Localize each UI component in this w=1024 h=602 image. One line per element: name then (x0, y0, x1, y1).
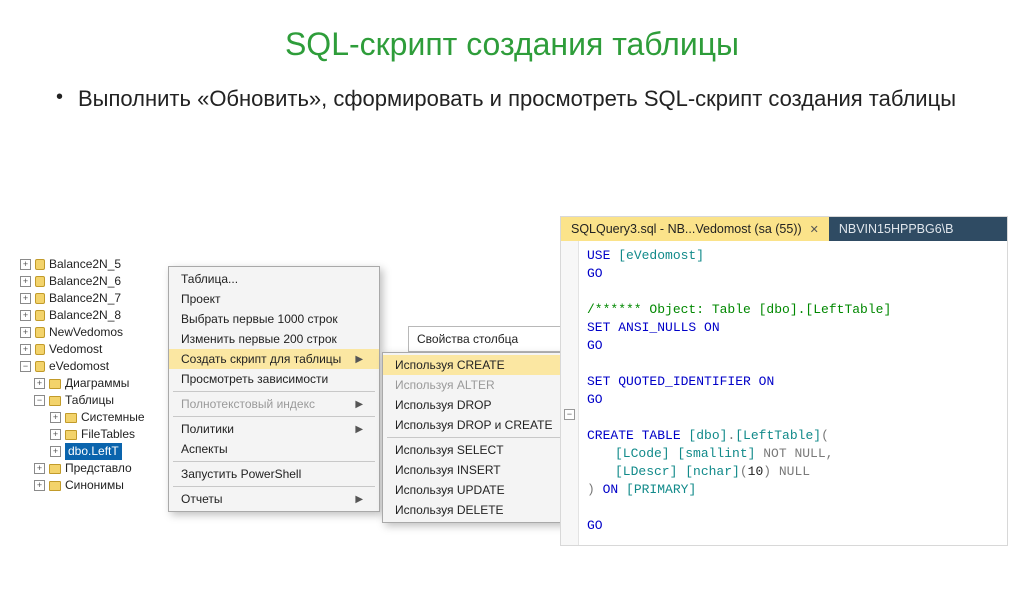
chevron-right-icon: ▶ (355, 494, 363, 505)
menu-item-view-deps[interactable]: Просмотреть зависимости (169, 369, 379, 389)
chevron-right-icon: ▶ (355, 424, 363, 435)
expand-icon[interactable]: + (20, 327, 31, 338)
menu-item-project[interactable]: Проект (169, 289, 379, 309)
menu-item-select-top[interactable]: Выбрать первые 1000 строк (169, 309, 379, 329)
menu-item-edit-top[interactable]: Изменить первые 200 строк (169, 329, 379, 349)
menu-item-fulltext[interactable]: Полнотекстовый индекс▶ (169, 394, 379, 414)
expand-icon[interactable]: + (20, 310, 31, 321)
expand-icon[interactable]: + (20, 344, 31, 355)
tree-node-db[interactable]: +Balance2N_5 (18, 256, 147, 273)
menu-separator (173, 391, 375, 392)
menu-separator (173, 416, 375, 417)
tree-node-folder-expanded[interactable]: −Таблицы (18, 392, 147, 409)
chevron-right-icon: ▶ (355, 354, 363, 365)
folder-icon (65, 430, 77, 440)
tree-node-folder[interactable]: +Диаграммы (18, 375, 147, 392)
instruction-bullet: Выполнить «Обновить», сформировать и про… (56, 85, 956, 113)
menu-item-powershell[interactable]: Запустить PowerShell (169, 464, 379, 484)
folder-icon (65, 413, 77, 423)
tree-node-db[interactable]: +Vedomost (18, 341, 147, 358)
expand-icon[interactable]: + (34, 378, 45, 389)
folder-icon (49, 464, 61, 474)
collapse-icon[interactable]: − (20, 361, 31, 372)
menu-item-new-table[interactable]: Таблица... (169, 269, 379, 289)
menu-item-policies[interactable]: Политики▶ (169, 419, 379, 439)
database-icon (35, 344, 45, 355)
database-icon (35, 276, 45, 287)
tree-node-db[interactable]: +Balance2N_6 (18, 273, 147, 290)
code-gutter (561, 241, 579, 545)
menu-separator (173, 486, 375, 487)
tree-node-db[interactable]: +Balance2N_8 (18, 307, 147, 324)
menu-separator (387, 437, 586, 438)
tree-node-folder[interactable]: +Синонимы (18, 477, 147, 494)
editor-tabs[interactable]: SQLQuery3.sql - NB...Vedomost (sa (55))✕… (561, 217, 1007, 241)
expand-icon[interactable]: + (34, 463, 45, 474)
tree-node-folder[interactable]: +Представло (18, 460, 147, 477)
tree-node-folder[interactable]: +FileTables (18, 426, 147, 443)
menu-item-reports[interactable]: Отчеты▶ (169, 489, 379, 509)
tree-node-db-expanded[interactable]: −eVedomost (18, 358, 147, 375)
tab-inactive[interactable]: NBVIN15HPPBG6\B (829, 217, 1007, 241)
code-area[interactable]: − USE [eVedomost] GO /****** Object: Tab… (561, 241, 1007, 545)
close-icon[interactable]: ✕ (810, 223, 819, 236)
menu-item-script-table[interactable]: Создать скрипт для таблицы▶ (169, 349, 379, 369)
context-menu-table[interactable]: Таблица... Проект Выбрать первые 1000 ст… (168, 266, 380, 512)
database-icon (35, 361, 45, 372)
database-icon (35, 327, 45, 338)
tab-active[interactable]: SQLQuery3.sql - NB...Vedomost (sa (55))✕ (561, 217, 829, 241)
tree-node-db[interactable]: +NewVedomos (18, 324, 147, 341)
expand-icon[interactable]: + (20, 259, 31, 270)
database-icon (35, 259, 45, 270)
fold-icon[interactable]: − (564, 409, 575, 420)
menu-item-facets[interactable]: Аспекты (169, 439, 379, 459)
sql-editor[interactable]: SQLQuery3.sql - NB...Vedomost (sa (55))✕… (560, 216, 1008, 546)
object-explorer-tree[interactable]: +Balance2N_5 +Balance2N_6 +Balance2N_7 +… (18, 248, 147, 494)
expand-icon[interactable]: + (20, 293, 31, 304)
expand-icon[interactable]: + (34, 480, 45, 491)
database-icon (35, 293, 45, 304)
expand-icon[interactable]: + (50, 429, 61, 440)
folder-icon (49, 481, 61, 491)
tree-node-db[interactable]: +Balance2N_7 (18, 290, 147, 307)
page-title: SQL-скрипт создания таблицы (0, 26, 1024, 63)
folder-icon (49, 379, 61, 389)
database-icon (35, 310, 45, 321)
menu-separator (173, 461, 375, 462)
expand-icon[interactable]: + (50, 412, 61, 423)
collapse-icon[interactable]: − (34, 395, 45, 406)
tree-node-folder[interactable]: +Системные (18, 409, 147, 426)
tree-node-table-selected[interactable]: +dbo.LeftT (18, 443, 147, 460)
chevron-right-icon: ▶ (355, 399, 363, 410)
expand-icon[interactable]: + (20, 276, 31, 287)
expand-icon[interactable]: + (50, 446, 61, 457)
folder-icon (49, 396, 61, 406)
